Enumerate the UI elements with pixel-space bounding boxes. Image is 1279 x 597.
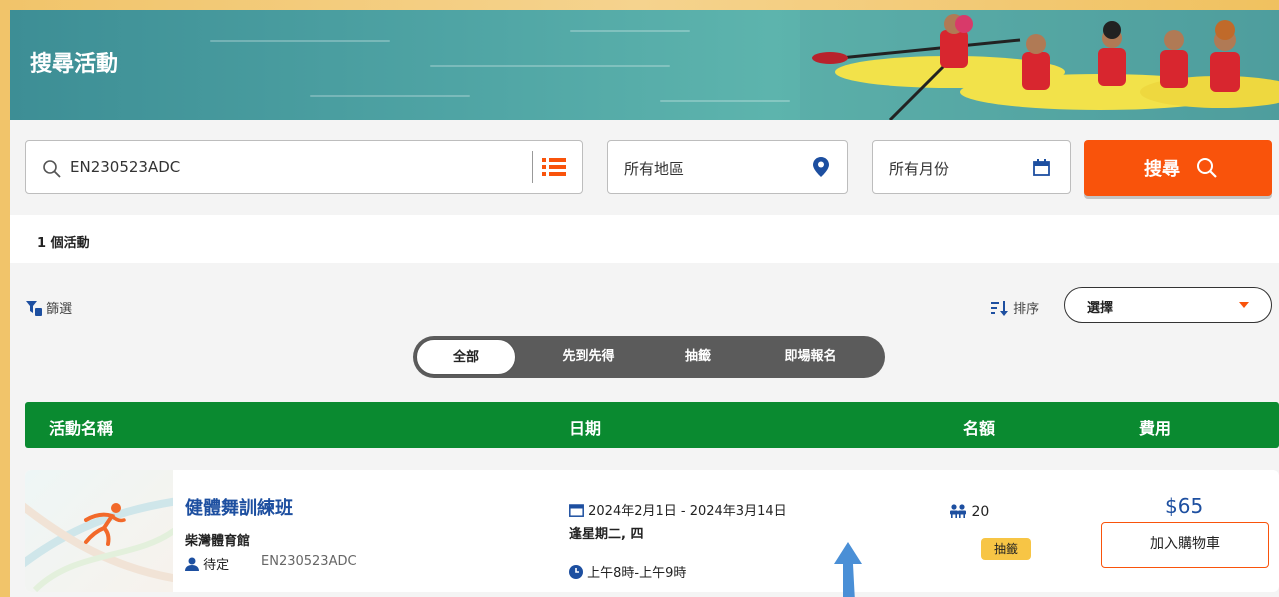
ballot-badge: 抽籤 (981, 538, 1031, 560)
activity-venue: 柴灣體育館 (185, 534, 251, 549)
page: 搜尋活動 EN230523ADC 所有地區 所有月份 搜尋 1 個活動 篩選 排… (10, 10, 1279, 597)
add-to-cart-button[interactable]: 加入購物車 (1101, 522, 1269, 568)
runner-logo-icon (84, 503, 126, 546)
search-icon (43, 160, 61, 178)
filter-icon (26, 301, 42, 316)
column-header-quota: 名額 (963, 419, 996, 438)
tab-first-come[interactable]: 先到先得 (531, 336, 646, 378)
column-header-fee: 費用 (1139, 419, 1172, 438)
sort-label: 排序 (1013, 302, 1040, 317)
sort-select[interactable]: 選擇 (1064, 287, 1272, 323)
region-value: 所有地區 (624, 160, 685, 178)
time-value: 上午8時-上午9時 (587, 566, 687, 581)
table-row: 健體舞訓練班 柴灣體育館 待定 EN230523ADC 2024年2月1日 - … (25, 470, 1279, 592)
caret-down-icon (1239, 302, 1249, 308)
date-range-value: 2024年2月1日 - 2024年3月14日 (588, 504, 787, 519)
activity-weekdays: 逢星期二, 四 (569, 527, 644, 542)
search-button-label: 搜尋 (1144, 159, 1180, 180)
column-header-date: 日期 (569, 419, 602, 438)
activity-quota: 20 (949, 504, 989, 520)
table-header: 活動名稱 日期 名額 費用 (25, 402, 1279, 448)
calendar-icon (569, 504, 584, 517)
quota-value: 20 (971, 504, 990, 520)
search-icon (1197, 158, 1217, 178)
month-select[interactable]: 所有月份 (872, 140, 1071, 194)
banner: 搜尋活動 (10, 10, 1279, 120)
tab-all[interactable]: 全部 (416, 339, 516, 375)
filter-label: 篩選 (46, 302, 73, 317)
people-icon (950, 504, 966, 518)
search-bar: EN230523ADC 所有地區 所有月份 搜尋 (10, 120, 1279, 215)
tab-walk-in[interactable]: 即場報名 (753, 336, 868, 378)
banner-kayak-photo (800, 10, 1279, 120)
search-button[interactable]: 搜尋 (1084, 140, 1272, 196)
activity-status: 待定 (185, 554, 229, 573)
activity-name-link[interactable]: 健體舞訓練班 (185, 494, 293, 520)
activity-fee: $65 (1165, 494, 1204, 518)
calendar-icon (1033, 159, 1050, 176)
activity-date-range: 2024年2月1日 - 2024年3月14日 (569, 500, 787, 519)
keyword-search-input[interactable]: EN230523ADC (25, 140, 583, 194)
sort-control[interactable]: 排序 (991, 298, 1039, 317)
activity-time: 上午8時-上午9時 (569, 562, 686, 581)
month-value: 所有月份 (889, 160, 950, 178)
result-count-bar: 1 個活動 (10, 215, 1279, 263)
location-pin-icon (813, 157, 829, 177)
list-icon[interactable] (542, 156, 566, 178)
activity-code: EN230523ADC (261, 554, 357, 569)
status-value: 待定 (203, 558, 230, 573)
column-header-activity-name: 活動名稱 (49, 419, 114, 438)
clock-icon (569, 565, 583, 579)
person-icon (185, 557, 199, 571)
pointer-arrow-icon (834, 542, 862, 597)
filter-button[interactable]: 篩選 (26, 298, 72, 317)
tab-ballot[interactable]: 抽籤 (658, 336, 738, 378)
sort-select-value: 選擇 (1087, 301, 1114, 316)
region-select[interactable]: 所有地區 (607, 140, 848, 194)
registration-type-tabs: 全部 先到先得 抽籤 即場報名 (413, 336, 885, 378)
sort-icon (991, 301, 1008, 316)
result-count: 1 個活動 (37, 236, 90, 251)
keyword-value: EN230523ADC (70, 158, 181, 176)
page-title: 搜尋活動 (30, 52, 119, 77)
activity-thumbnail (25, 470, 173, 592)
